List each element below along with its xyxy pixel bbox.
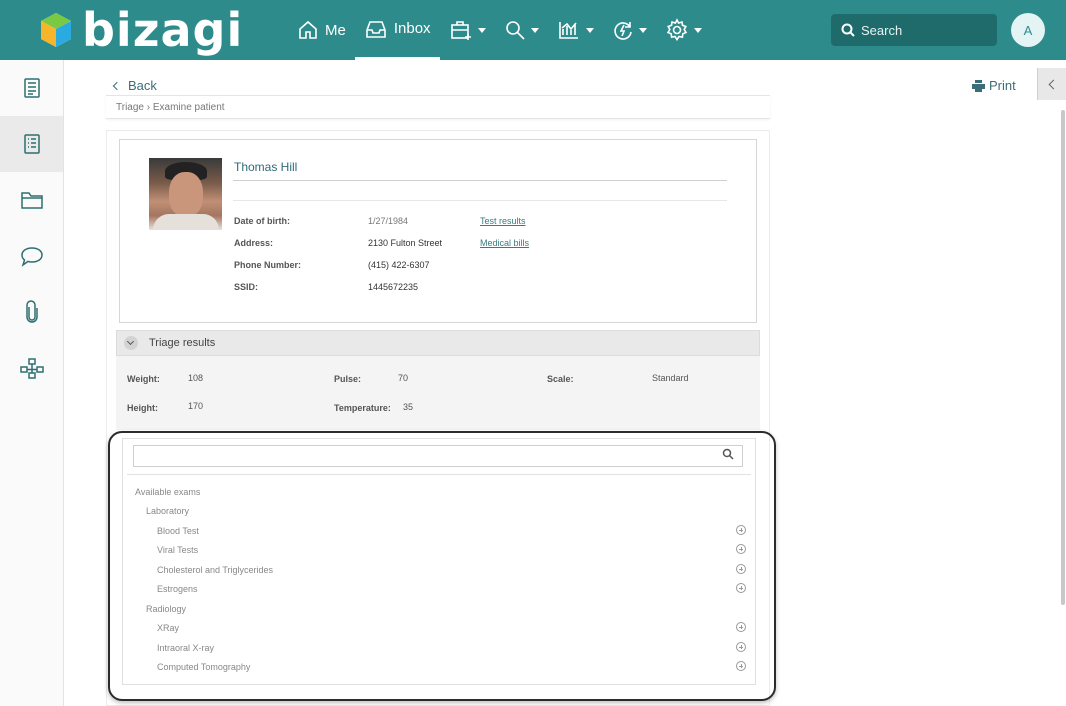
folder-icon xyxy=(20,192,43,209)
top-bar: bizagi Me Inbox Search A xyxy=(0,0,1066,60)
main-nav: Me Inbox xyxy=(288,0,711,60)
temperature-value: 35 xyxy=(403,402,414,412)
address-value: 2130 Fulton Street xyxy=(368,238,443,248)
dob-value: 1/27/1984 xyxy=(368,216,409,226)
page-scrollbar[interactable] xyxy=(1061,110,1065,605)
pulse-value: 70 xyxy=(398,373,409,383)
triage-results-title: Triage results xyxy=(149,337,216,349)
photo-face xyxy=(169,172,203,216)
global-search-input[interactable]: Search xyxy=(831,14,997,46)
divider xyxy=(233,200,727,201)
test-results-link[interactable]: Test results xyxy=(480,216,526,226)
inbox-icon xyxy=(366,20,386,38)
highlight-frame xyxy=(108,431,776,701)
chevron-down-icon xyxy=(124,336,138,350)
comments-icon xyxy=(20,247,43,267)
left-sidebar xyxy=(0,60,64,706)
weight-value: 108 xyxy=(188,373,204,383)
dob-label: Date of birth: xyxy=(234,216,290,226)
chevron-left-icon xyxy=(1048,79,1059,89)
nav-me[interactable]: Me xyxy=(288,0,355,60)
phone-label: Phone Number: xyxy=(234,260,302,270)
chevron-down-icon xyxy=(585,27,594,33)
triage-results-body xyxy=(116,356,760,430)
sidebar-item-case-summary[interactable] xyxy=(0,60,63,116)
nav-settings[interactable] xyxy=(656,0,711,60)
sidebar-item-comments[interactable] xyxy=(0,228,63,284)
pulse-label: Pulse: xyxy=(334,374,362,384)
search-icon xyxy=(505,21,525,40)
nav-analytics[interactable] xyxy=(548,0,603,60)
nav-inbox[interactable]: Inbox xyxy=(354,0,440,60)
phone-value: (415) 422-6307 xyxy=(368,260,430,270)
nav-inbox-label: Inbox xyxy=(393,20,431,37)
ssid-label: SSID: xyxy=(234,282,259,292)
back-label: Back xyxy=(128,78,157,93)
sidebar-item-activity-form[interactable] xyxy=(0,116,63,172)
process-map-icon xyxy=(19,358,44,379)
brand-name: bizagi xyxy=(82,3,244,57)
activity-icon xyxy=(613,22,632,40)
nav-me-label: Me xyxy=(325,21,346,39)
nav-search[interactable] xyxy=(495,0,548,60)
gear-icon xyxy=(666,18,687,41)
chevron-down-icon xyxy=(693,27,702,33)
new-case-icon xyxy=(450,21,471,40)
triage-results-header[interactable]: Triage results xyxy=(116,330,760,356)
breadcrumb: Triage › Examine patient xyxy=(106,95,770,119)
chevron-down-icon xyxy=(638,27,647,33)
activity-form-icon xyxy=(23,134,40,154)
case-summary-icon xyxy=(23,78,40,98)
print-button[interactable]: Print xyxy=(972,78,1016,93)
user-avatar[interactable]: A xyxy=(1011,13,1045,47)
nav-activity[interactable] xyxy=(603,0,656,60)
chevron-left-icon xyxy=(112,81,122,90)
sidebar-item-attachments[interactable] xyxy=(0,284,63,340)
divider xyxy=(233,180,727,181)
analytics-icon xyxy=(558,22,578,39)
attachments-icon xyxy=(25,300,38,323)
patient-photo xyxy=(149,158,222,230)
height-label: Height: xyxy=(127,403,158,413)
scale-value: Standard xyxy=(652,373,689,383)
bizagi-logo[interactable]: bizagi xyxy=(38,5,243,55)
bizagi-logo-icon xyxy=(41,13,71,47)
search-placeholder: Search xyxy=(861,22,903,38)
medical-bills-link[interactable]: Medical bills xyxy=(480,238,529,248)
printer-icon xyxy=(972,79,985,92)
chevron-down-icon xyxy=(477,27,486,33)
patient-name: Thomas Hill xyxy=(234,160,298,174)
weight-label: Weight: xyxy=(127,374,160,384)
sidebar-item-process-map[interactable] xyxy=(0,340,63,396)
back-button[interactable]: Back xyxy=(112,78,157,93)
ssid-value: 1445672235 xyxy=(368,282,419,292)
chevron-down-icon xyxy=(530,27,539,33)
home-icon xyxy=(299,20,317,39)
height-value: 170 xyxy=(188,401,204,411)
sidebar-item-folders[interactable] xyxy=(0,172,63,228)
print-label: Print xyxy=(989,78,1016,93)
photo-shirt xyxy=(153,214,219,230)
collapse-panel-button[interactable] xyxy=(1037,68,1066,100)
scale-label: Scale: xyxy=(547,374,574,384)
search-icon xyxy=(841,23,855,37)
temperature-label: Temperature: xyxy=(334,403,391,413)
nav-new-case[interactable] xyxy=(440,0,495,60)
address-label: Address: xyxy=(234,238,274,248)
